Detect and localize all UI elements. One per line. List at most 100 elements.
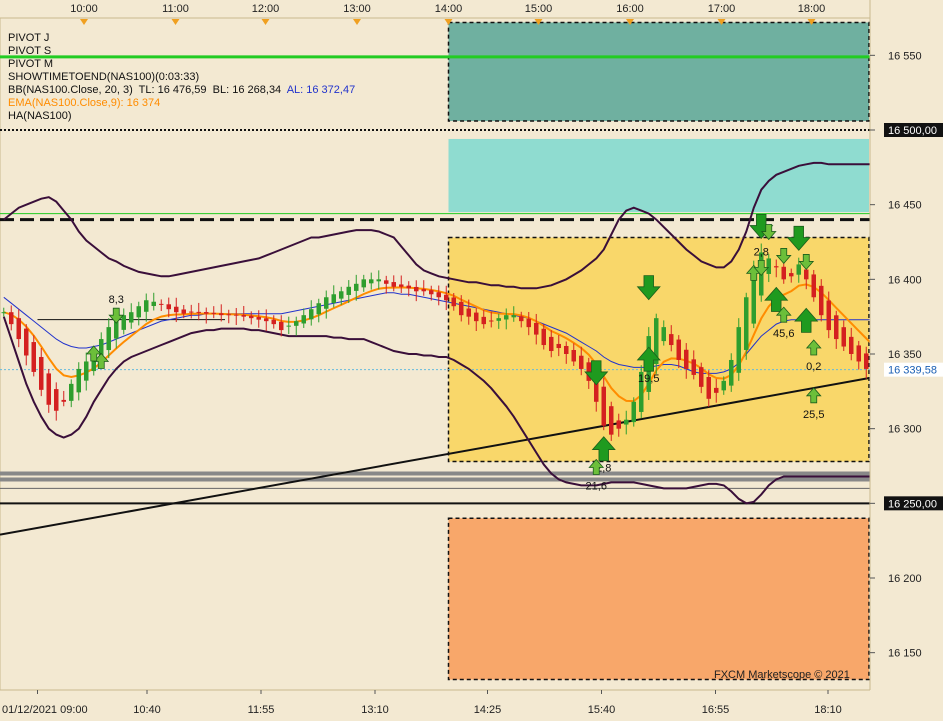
candle-body <box>556 343 561 349</box>
candle-body <box>226 314 231 316</box>
legend-pivot-j[interactable]: PIVOT J <box>8 32 355 45</box>
y-tick-label: 16 450 <box>888 200 922 212</box>
candle-body <box>271 319 276 325</box>
candle-body <box>459 301 464 316</box>
candle-body <box>841 327 846 347</box>
candle-body <box>624 419 629 425</box>
signal-label: 25,5 <box>803 409 824 421</box>
candle-body <box>541 328 546 346</box>
candle-body <box>676 339 681 360</box>
candle-body <box>849 336 854 354</box>
candle-body <box>504 315 509 320</box>
candle-body <box>129 312 134 323</box>
candle-body <box>286 325 291 327</box>
bottom-time-label: 01/12/2021 09:00 <box>2 704 88 716</box>
candle-body <box>106 327 111 351</box>
candle-body <box>121 315 126 330</box>
legend-ha[interactable]: HA(NAS100) <box>8 110 355 123</box>
candle-body <box>249 315 254 319</box>
y-highlight-label: 16 500,00 <box>888 125 937 137</box>
top-time-label: 10:00 <box>70 3 98 15</box>
bottom-time-label: 16:55 <box>702 704 730 716</box>
bottom-time-label: 11:55 <box>248 704 275 716</box>
candle-body <box>534 322 539 335</box>
signal-label: 0,2 <box>806 361 821 373</box>
candle-body <box>151 301 156 307</box>
candle-body <box>661 327 666 342</box>
candle-body <box>54 389 59 411</box>
top-time-label: 13:00 <box>343 3 371 15</box>
candle-body <box>76 368 81 393</box>
candle-body <box>241 314 246 317</box>
y-highlight-label: 16 339,58 <box>888 365 937 377</box>
candle-body <box>196 311 201 313</box>
candle-body <box>474 312 479 322</box>
legend-ema[interactable]: EMA(NAS100.Close,9): 16 374 <box>8 97 355 110</box>
top-time-label: 14:00 <box>435 3 463 15</box>
zone-orange <box>447 517 870 681</box>
candle-body <box>789 273 794 277</box>
bottom-time-label: 18:10 <box>814 704 842 716</box>
legend-bb-tl: TL: 16 476,59 <box>138 84 207 96</box>
candle-body <box>796 264 801 275</box>
indicator-legend: PIVOT J PIVOT S PIVOT M SHOWTIMETOEND(NA… <box>8 32 355 123</box>
candle-body <box>234 314 239 316</box>
candle-body <box>61 399 66 402</box>
candle-body <box>714 387 719 393</box>
legend-showtime[interactable]: SHOWTIMETOEND(NAS100)(0:03:33) <box>8 71 355 84</box>
candle-body <box>219 313 224 316</box>
top-time-label: 12:00 <box>252 3 280 15</box>
candle-body <box>526 318 531 328</box>
candle-body <box>736 327 741 373</box>
candle-body <box>669 334 674 346</box>
y-tick-label: 16 350 <box>888 349 922 361</box>
candle-body <box>136 306 141 318</box>
candle-body <box>856 345 861 362</box>
legend-bb-al: AL: 16 372,47 <box>286 84 356 96</box>
candle-body <box>256 316 261 320</box>
candle-body <box>421 289 426 292</box>
candle-body <box>384 280 389 284</box>
legend-pivot-m[interactable]: PIVOT M <box>8 58 355 71</box>
candle-body <box>339 291 344 299</box>
y-tick-label: 16 150 <box>888 648 922 660</box>
candle-body <box>444 294 449 301</box>
signal-label: 8,3 <box>109 294 124 306</box>
candle-body <box>601 386 606 426</box>
candle-body <box>24 328 29 356</box>
bottom-time-label: 14:25 <box>474 704 502 716</box>
candle-body <box>354 283 359 291</box>
candle-body <box>549 336 554 352</box>
candle-body <box>414 286 419 292</box>
candle-body <box>181 309 186 314</box>
candle-body <box>609 406 614 435</box>
candle-body <box>264 318 269 322</box>
bottom-time-label: 13:10 <box>361 704 389 716</box>
legend-bb[interactable]: BB(NAS100.Close, 20, 3) TL: 16 476,59 BL… <box>8 84 355 97</box>
candle-body <box>144 300 149 312</box>
candle-body <box>729 359 734 386</box>
legend-bb-prefix: BB(NAS100.Close, 20, 3) <box>8 84 133 96</box>
bottom-time-label: 15:40 <box>588 704 616 716</box>
candle-body <box>301 315 306 324</box>
candle-body <box>436 292 441 298</box>
signal-label: 45,6 <box>773 328 794 340</box>
candle-body <box>706 376 711 399</box>
candle-body <box>864 353 869 369</box>
candle-body <box>691 359 696 375</box>
candle-body <box>564 345 569 354</box>
candle-body <box>46 373 51 405</box>
candle-body <box>819 285 824 316</box>
y-tick-label: 16 550 <box>888 50 922 62</box>
legend-pivot-s[interactable]: PIVOT S <box>8 45 355 58</box>
candle-body <box>406 285 411 289</box>
signal-label: 21,6 <box>586 480 607 492</box>
y-highlight-label: 16 250,00 <box>888 498 937 510</box>
candle-body <box>781 266 786 280</box>
candle-body <box>496 318 501 321</box>
candle-body <box>294 321 299 326</box>
candle-body <box>69 383 74 401</box>
candle-body <box>361 279 366 288</box>
candle-body <box>766 258 771 274</box>
candle-body <box>451 297 456 307</box>
